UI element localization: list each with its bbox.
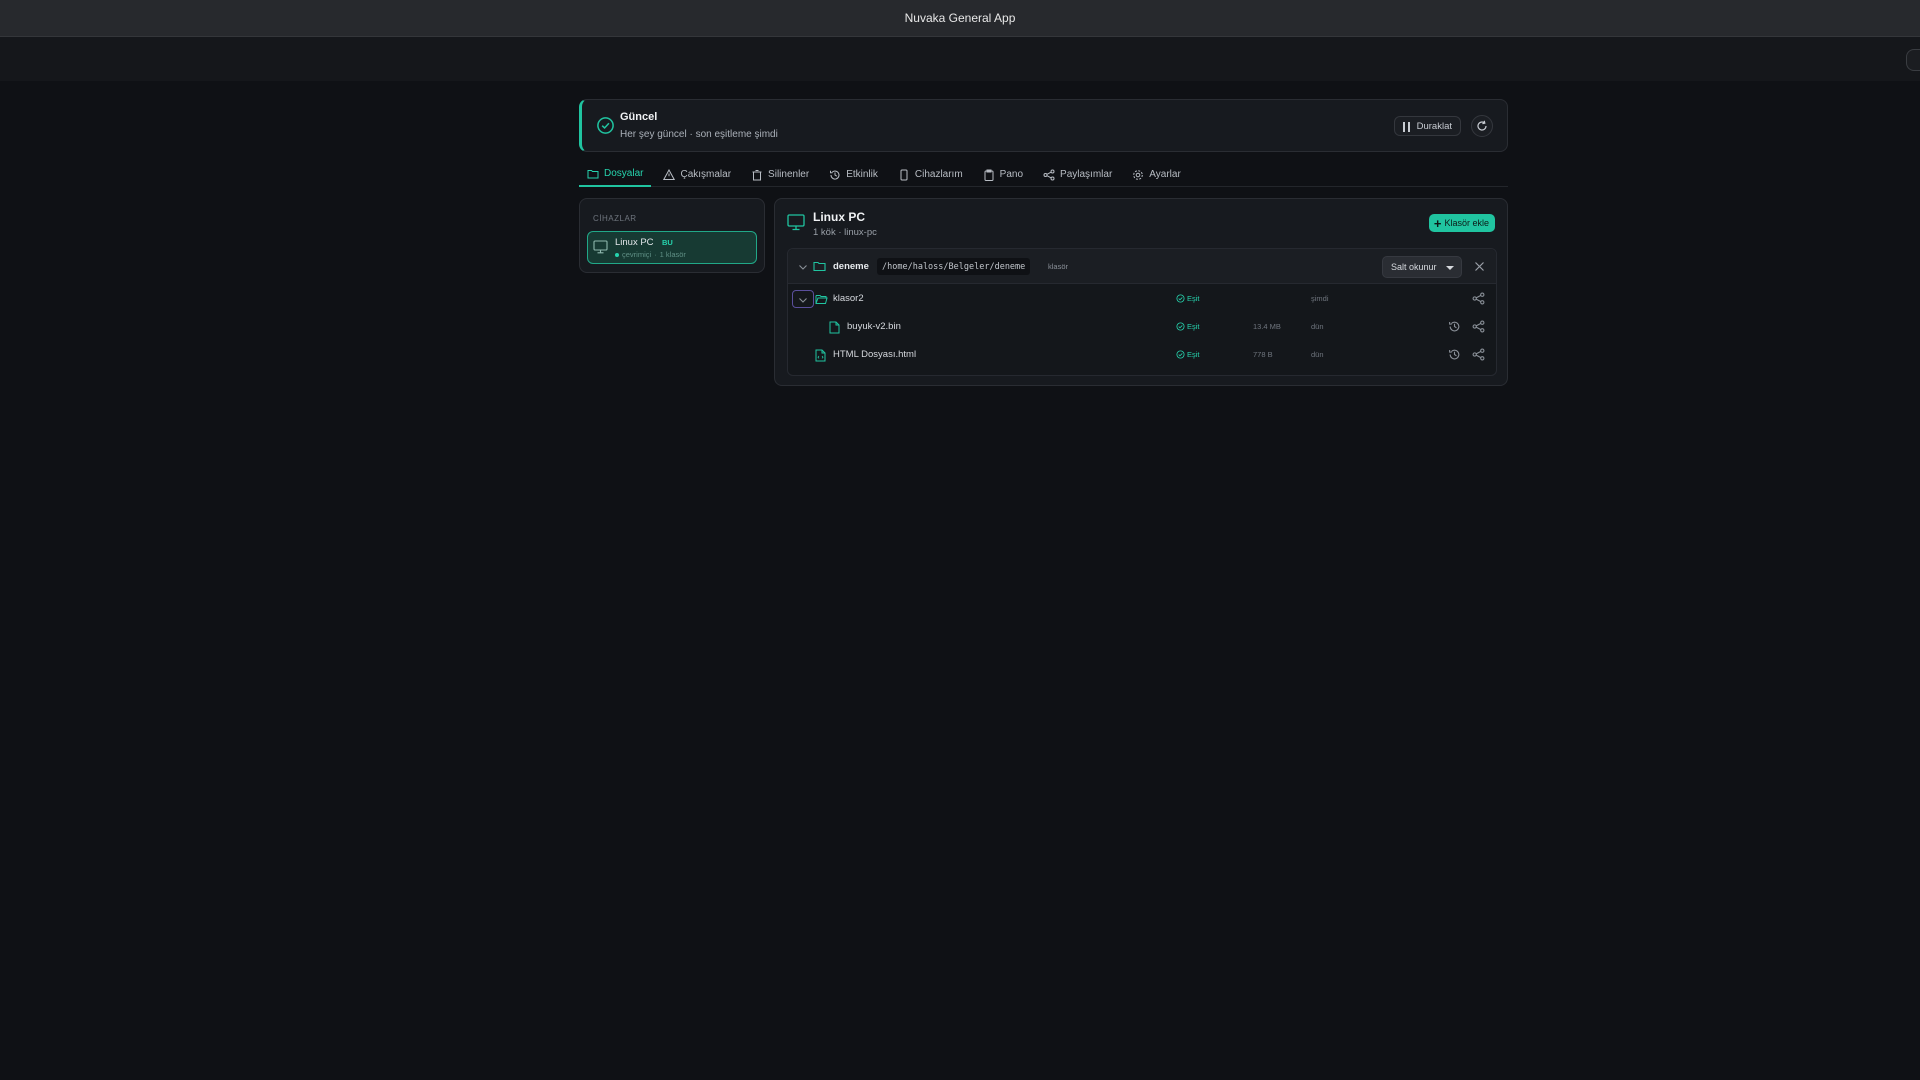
app-toolbar xyxy=(0,37,1920,81)
add-folder-button[interactable]: + Klasör ekle xyxy=(1428,214,1495,232)
clipboard-icon xyxy=(984,169,994,181)
plus-icon: + xyxy=(1433,215,1442,231)
sync-status-label: Eşit xyxy=(1187,294,1200,303)
file-icon xyxy=(829,321,840,334)
device-status: çevrimiçi xyxy=(622,250,652,259)
access-mode-select[interactable]: Salt okunur xyxy=(1382,256,1462,278)
file-size: 13.4 MB xyxy=(1253,322,1281,331)
device-item-linux-pc[interactable]: Linux PC BU çevrimiçi · 1 klasör xyxy=(587,231,757,264)
tab-label: Pano xyxy=(999,169,1024,180)
tab-label: Silinenler xyxy=(768,169,810,180)
devices-panel: CİHAZLAR Linux PC BU çevrimiçi · 1 klasö… xyxy=(579,198,765,273)
add-folder-label: Klasör ekle xyxy=(1444,218,1489,228)
file-name: HTML Dosyası.html xyxy=(833,349,917,360)
file-row[interactable]: klasor2 Eşit şimdi xyxy=(788,285,1496,313)
share-icon xyxy=(1043,169,1055,180)
root-path: /home/haloss/Belgeler/deneme xyxy=(877,258,1031,275)
history-icon[interactable] xyxy=(1448,348,1461,361)
refresh-icon xyxy=(1477,120,1487,131)
file-row[interactable]: HTML Dosyası.html Eşit 778 B dün xyxy=(788,341,1496,369)
sync-status: Eşit xyxy=(1176,350,1200,359)
tab-conflicts[interactable]: Çakışmalar xyxy=(655,162,739,187)
device-badge: BU xyxy=(662,238,673,247)
sync-root: deneme /home/haloss/Belgeler/deneme klas… xyxy=(787,248,1497,376)
expand-toggle[interactable] xyxy=(792,290,814,308)
device-subtitle: 1 kök · linux-pc xyxy=(813,227,877,238)
devices-heading: CİHAZLAR xyxy=(593,214,637,223)
share-icon[interactable] xyxy=(1472,348,1485,361)
file-code-icon xyxy=(815,349,826,362)
device-folder-count: 1 klasör xyxy=(659,250,686,259)
history-icon[interactable] xyxy=(1448,320,1461,333)
folder-open-icon xyxy=(815,295,828,304)
sync-status-label: Eşit xyxy=(1187,322,1200,331)
tab-label: Dosyalar xyxy=(604,168,644,179)
root-header: deneme /home/haloss/Belgeler/deneme klas… xyxy=(788,249,1496,284)
file-time: dün xyxy=(1311,322,1324,331)
window-title: Nuvaka General App xyxy=(904,11,1016,25)
file-size: 778 B xyxy=(1253,350,1273,359)
status-title: Güncel xyxy=(620,111,658,123)
refresh-button[interactable] xyxy=(1471,115,1493,137)
root-type: klasör xyxy=(1048,262,1069,271)
device-name: Linux PC xyxy=(615,237,654,248)
pause-icon xyxy=(1402,122,1411,132)
device-content-panel: Linux PC 1 kök · linux-pc + Klasör ekle … xyxy=(774,198,1508,386)
share-icon[interactable] xyxy=(1472,320,1485,333)
tab-activity[interactable]: Etkinlik xyxy=(821,162,886,187)
close-icon[interactable] xyxy=(1474,261,1485,272)
tab-label: Paylaşımlar xyxy=(1060,169,1113,180)
tab-shares[interactable]: Paylaşımlar xyxy=(1035,162,1120,187)
tab-label: Cihazlarım xyxy=(914,169,963,180)
tab-files[interactable]: Dosyalar xyxy=(579,162,652,187)
online-status-dot xyxy=(615,252,619,257)
access-mode-value: Salt okunur xyxy=(1391,262,1437,272)
sync-status: Eşit xyxy=(1176,294,1200,303)
folder-icon xyxy=(587,169,599,178)
chevron-down-icon xyxy=(799,298,807,303)
history-icon xyxy=(830,170,840,180)
monitor-icon xyxy=(593,240,608,254)
sync-status-label: Eşit xyxy=(1187,350,1200,359)
trash-icon xyxy=(752,169,762,180)
monitor-icon xyxy=(787,214,805,231)
chevron-down-icon[interactable] xyxy=(797,261,809,273)
file-name: klasor2 xyxy=(833,293,864,304)
file-time: dün xyxy=(1311,350,1324,359)
root-name: deneme xyxy=(833,261,869,272)
sync-status: Eşit xyxy=(1176,322,1200,331)
window-titlebar: Nuvaka General App xyxy=(0,0,1920,37)
caret-down-icon xyxy=(1446,266,1454,270)
file-time: şimdi xyxy=(1311,294,1329,303)
toolbar-edge-button[interactable] xyxy=(1906,49,1920,71)
tab-clipboard[interactable]: Pano xyxy=(975,162,1031,187)
tab-devices[interactable]: Cihazlarım xyxy=(890,162,971,187)
file-row[interactable]: buyuk-v2.bin Eşit 13.4 MB dün xyxy=(788,313,1496,341)
tab-settings[interactable]: Ayarlar xyxy=(1124,162,1189,187)
check-circle-icon xyxy=(1176,350,1185,359)
device-title: Linux PC xyxy=(813,210,866,224)
warning-icon xyxy=(663,168,676,180)
gear-icon xyxy=(1133,169,1144,180)
tab-label: Çakışmalar xyxy=(680,169,732,180)
device-meta: çevrimiçi · 1 klasör xyxy=(615,250,686,259)
phone-icon xyxy=(900,169,908,180)
share-icon[interactable] xyxy=(1472,292,1485,305)
status-subtitle: Her şey güncel · son eşitleme şimdi xyxy=(620,129,778,140)
file-name: buyuk-v2.bin xyxy=(847,321,901,332)
tab-bar: Dosyalar Çakışmalar Silinenler Etkinlik … xyxy=(579,162,1508,187)
tab-deleted[interactable]: Silinenler xyxy=(743,162,817,187)
tab-label: Etkinlik xyxy=(846,169,878,180)
pause-button[interactable]: Duraklat xyxy=(1393,116,1461,136)
folder-icon xyxy=(813,261,826,272)
pause-label: Duraklat xyxy=(1416,120,1452,132)
check-circle-icon xyxy=(597,117,614,134)
check-circle-icon xyxy=(1176,322,1185,331)
sync-status-card: Güncel Her şey güncel · son eşitleme şim… xyxy=(579,99,1508,152)
tab-label: Ayarlar xyxy=(1149,169,1181,180)
check-circle-icon xyxy=(1176,294,1185,303)
meta-separator: · xyxy=(654,250,657,259)
